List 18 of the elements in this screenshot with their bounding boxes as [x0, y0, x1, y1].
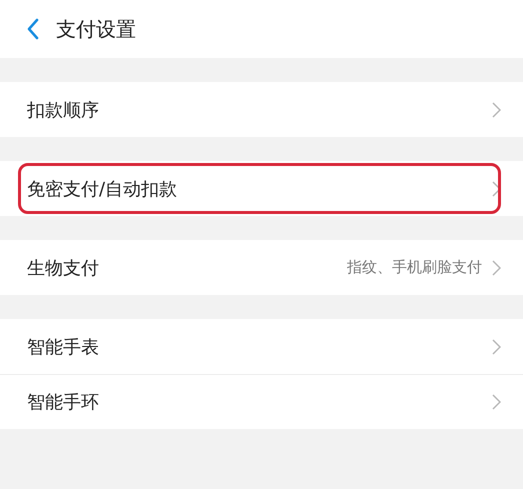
settings-row[interactable]: 智能手表 [0, 319, 523, 374]
chevron-right-icon [492, 338, 501, 354]
chevron-right-icon [492, 260, 501, 276]
row-label: 扣款顺序 [27, 98, 100, 122]
chevron-right-icon [492, 180, 501, 196]
settings-row[interactable]: 扣款顺序 [0, 82, 523, 137]
settings-row[interactable]: 免密支付/自动扣款 [0, 161, 523, 216]
settings-row[interactable]: 智能手环 [0, 374, 523, 429]
row-label: 免密支付/自动扣款 [27, 178, 178, 200]
chevron-right-icon [492, 394, 501, 410]
chevron-right-icon [492, 102, 501, 118]
page-title: 支付设置 [56, 16, 136, 42]
row-value: 指纹、手机刷脸支付 [347, 258, 482, 277]
row-label: 智能手表 [27, 336, 100, 358]
settings-row[interactable]: 生物支付 指纹、手机刷脸支付 [0, 240, 523, 295]
row-label: 智能手环 [27, 391, 100, 414]
back-icon[interactable] [26, 18, 40, 40]
row-label: 生物支付 [27, 256, 100, 280]
